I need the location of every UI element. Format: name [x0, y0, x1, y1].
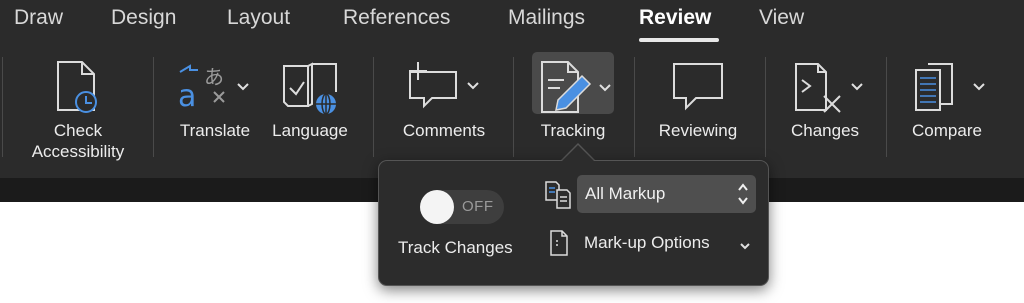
track-changes-icon — [528, 58, 618, 114]
check-accessibility-label-line2: Accessibility — [31, 142, 125, 161]
group-divider — [153, 57, 154, 157]
check-accessibility-label-line1: Check — [53, 121, 103, 140]
reviewing-button[interactable]: Reviewing — [650, 52, 746, 160]
comments-label: Comments — [402, 121, 486, 140]
svg-text:a: a — [178, 79, 196, 114]
new-comment-icon — [392, 58, 496, 114]
track-changes-toggle[interactable]: OFF — [420, 190, 504, 224]
markup-options-label: Mark-up Options — [584, 233, 710, 252]
tab-design[interactable]: Design — [111, 6, 176, 30]
markup-options-icon — [547, 229, 571, 262]
compare-button[interactable]: Compare — [900, 52, 994, 160]
group-divider — [2, 57, 3, 157]
markup-select-value: All Markup — [585, 184, 666, 203]
tab-layout[interactable]: Layout — [227, 6, 290, 30]
tracking-label: Tracking — [540, 121, 606, 140]
translate-button[interactable]: a あ Translate — [170, 52, 260, 160]
toggle-state-text: OFF — [462, 198, 494, 215]
compare-label: Compare — [912, 121, 982, 140]
markup-display-select[interactable]: All Markup — [577, 175, 756, 213]
group-divider — [634, 57, 635, 157]
comments-button[interactable]: Comments — [392, 52, 496, 160]
group-divider — [513, 57, 514, 157]
group-divider — [373, 57, 374, 157]
translate-label: Translate — [179, 121, 251, 140]
check-accessibility-button[interactable]: Check Accessibility — [20, 52, 136, 161]
tab-view[interactable]: View — [759, 6, 804, 30]
translate-icon: a あ — [170, 58, 260, 114]
language-label: Language — [272, 121, 348, 140]
compare-icon — [900, 58, 994, 114]
popover-arrow-inner — [561, 145, 595, 162]
reviewing-label: Reviewing — [658, 121, 738, 140]
chevron-down-icon — [740, 238, 750, 250]
accessibility-icon — [20, 58, 136, 114]
svg-text:あ: あ — [204, 65, 224, 89]
changes-button[interactable]: Changes — [780, 52, 870, 160]
tab-review[interactable]: Review — [639, 6, 711, 30]
group-divider — [765, 57, 766, 157]
toggle-knob — [420, 190, 454, 224]
language-button[interactable]: Language — [264, 52, 356, 160]
up-down-stepper-icon — [736, 179, 750, 209]
markup-display-icon — [543, 178, 573, 210]
tab-mailings[interactable]: Mailings — [508, 6, 585, 30]
track-changes-label: Track Changes — [398, 238, 513, 257]
group-divider — [886, 57, 887, 157]
tab-references[interactable]: References — [343, 6, 450, 30]
reviewing-pane-icon — [650, 58, 746, 114]
language-icon — [264, 58, 356, 115]
changes-icon — [780, 58, 870, 114]
changes-label: Changes — [790, 121, 860, 140]
active-tab-indicator — [639, 38, 719, 42]
tab-draw[interactable]: Draw — [14, 6, 63, 30]
ribbon-tab-bar: Draw Design Layout References Mailings R… — [0, 0, 1024, 42]
